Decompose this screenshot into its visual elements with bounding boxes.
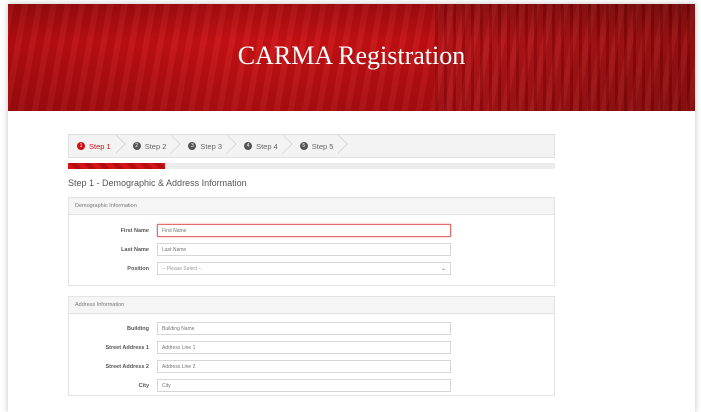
building-label: Building [127,325,149,332]
chevron-down-icon: ⌄ [440,266,446,272]
first-name-label: First Name [120,227,149,234]
address-panel-heading: Address Information [69,297,554,314]
city-input[interactable] [157,379,451,392]
step-separator [328,134,349,154]
position-row: Position -- Please Select -- ⌄ [69,259,554,278]
street-address-2-label: Street Address 2 [105,363,149,370]
browser-viewport: CARMA Registration 1 Step 1 2 Step 2 3 S… [8,4,695,412]
street-address-1-row: Street Address 1 [69,338,554,357]
street-address-2-row: Street Address 2 [69,357,554,376]
step-4-number-icon: 4 [244,142,253,150]
first-name-input[interactable] [157,224,451,237]
demographic-panel: Demographic Information First Name Last … [68,197,555,286]
last-name-row: Last Name [69,240,554,259]
header-banner: CARMA Registration [8,4,695,111]
building-row: Building [69,319,554,338]
street-address-2-input[interactable] [157,360,451,373]
step-wizard: 1 Step 1 2 Step 2 3 Step 3 4 Step 4 5 St… [68,134,555,158]
street-address-1-input[interactable] [157,341,451,354]
position-select[interactable]: -- Please Select -- ⌄ [157,262,451,275]
step-2-number-icon: 2 [132,142,141,150]
first-name-row: First Name [69,221,554,240]
position-selected-value: -- Please Select -- [162,265,203,272]
page-title: CARMA Registration [237,41,466,70]
step-separator [217,134,237,154]
last-name-input[interactable] [157,243,451,256]
building-input[interactable] [157,322,451,335]
address-panel: Address Information Building Street Addr… [68,296,555,396]
step-3-tab[interactable]: 3 Step 3 [180,134,237,157]
step-2-tab[interactable]: 2 Step 2 [125,134,182,157]
position-label: Position [127,265,149,272]
step-1-tab[interactable]: 1 Step 1 [69,134,126,157]
step-separator [161,134,182,154]
step-separator [272,134,293,154]
step-1-number-icon: 1 [77,142,85,150]
progress-bar-fill [68,163,166,169]
last-name-label: Last Name [121,246,149,253]
city-label: City [138,382,149,389]
step-5-number-icon: 5 [299,142,308,150]
step-separator [105,134,126,154]
progress-bar [68,163,555,169]
city-row: City [69,376,554,395]
step-4-tab[interactable]: 4 Step 4 [236,134,293,157]
registration-form: 1 Step 1 2 Step 2 3 Step 3 4 Step 4 5 St… [68,134,555,396]
step-5-tab[interactable]: 5 Step 5 [292,134,349,157]
demographic-panel-heading: Demographic Information [69,198,554,215]
section-title: Step 1 - Demographic & Address Informati… [68,178,247,188]
street-address-1-label: Street Address 1 [105,344,149,351]
step-3-number-icon: 3 [188,142,197,150]
